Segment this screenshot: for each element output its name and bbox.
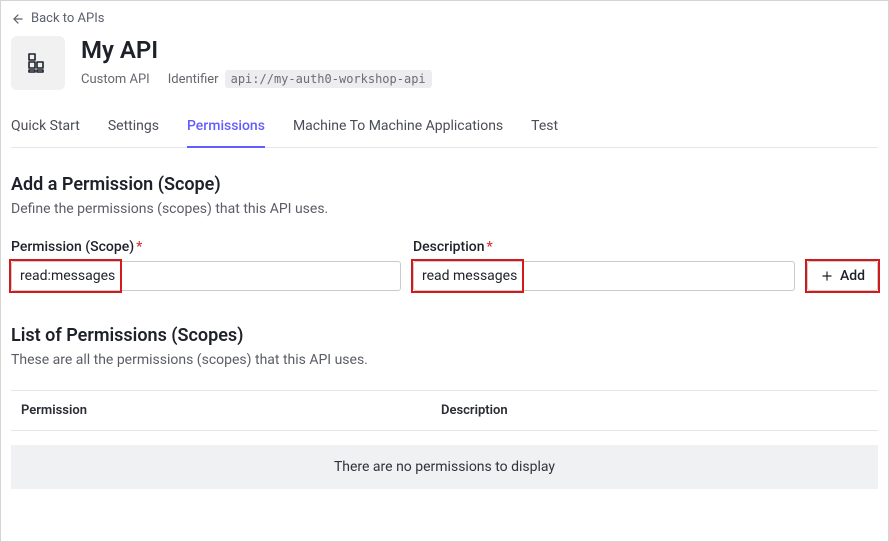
- add-permission-description: Define the permissions (scopes) that thi…: [11, 201, 878, 217]
- back-to-apis-link[interactable]: Back to APIs: [11, 9, 104, 36]
- plus-icon: [820, 269, 834, 283]
- page-header: My API Custom API Identifier api://my-au…: [11, 36, 878, 118]
- add-permission-title: Add a Permission (Scope): [11, 174, 878, 195]
- arrow-left-icon: [11, 12, 25, 26]
- list-permissions-title: List of Permissions (Scopes): [11, 325, 878, 346]
- api-type-label: Custom API: [81, 72, 150, 87]
- api-avatar: [11, 36, 65, 90]
- tab-quick-start[interactable]: Quick Start: [11, 118, 80, 148]
- tab-permissions[interactable]: Permissions: [187, 118, 265, 148]
- page-title: My API: [81, 36, 432, 64]
- identifier-value: api://my-auth0-workshop-api: [225, 70, 432, 88]
- column-header-description: Description: [441, 403, 868, 418]
- description-input[interactable]: [413, 261, 795, 291]
- empty-state-message: There are no permissions to display: [11, 445, 878, 489]
- back-link-label: Back to APIs: [31, 11, 104, 26]
- add-button[interactable]: Add: [807, 261, 878, 291]
- api-icon: [26, 51, 50, 75]
- required-marker-icon: *: [487, 239, 493, 255]
- tab-test[interactable]: Test: [531, 118, 558, 148]
- tab-bar: Quick Start Settings Permissions Machine…: [11, 118, 878, 148]
- add-button-label: Add: [840, 268, 865, 284]
- permission-scope-input[interactable]: [11, 261, 401, 291]
- permission-scope-label: Permission (Scope)*: [11, 239, 401, 255]
- tab-settings[interactable]: Settings: [108, 118, 159, 148]
- description-label: Description*: [413, 239, 795, 255]
- permissions-table-header: Permission Description: [11, 390, 878, 431]
- tab-m2m-applications[interactable]: Machine To Machine Applications: [293, 118, 503, 148]
- identifier-label: Identifier: [168, 72, 219, 87]
- list-permissions-description: These are all the permissions (scopes) t…: [11, 352, 878, 368]
- required-marker-icon: *: [136, 239, 142, 255]
- column-header-permission: Permission: [21, 403, 441, 418]
